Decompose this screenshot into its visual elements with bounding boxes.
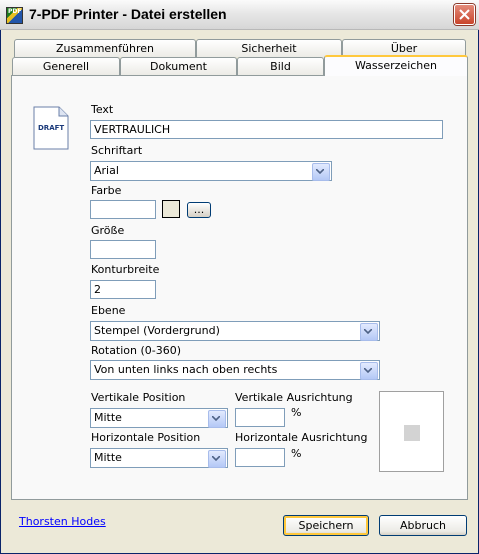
size-input[interactable] [90, 240, 156, 259]
vertical-position-label: Vertikale Position [91, 391, 186, 404]
horizontal-position-value: Mitte [94, 451, 122, 464]
author-link[interactable]: Thorsten Hodes [19, 515, 106, 528]
outline-width-input[interactable]: 2 [90, 280, 156, 299]
close-button[interactable] [454, 4, 475, 25]
chevron-down-icon[interactable] [360, 323, 378, 341]
tab-dokument[interactable]: Dokument [120, 57, 237, 75]
window-title: 7-PDF Printer - Datei erstellen [29, 6, 227, 22]
title-bar[interactable]: PDF 7-PDF Printer - Datei erstellen [0, 0, 479, 30]
size-label: Größe [91, 224, 125, 237]
horizontal-position-select[interactable]: Mitte [90, 448, 228, 468]
color-input[interactable] [90, 200, 156, 219]
vertical-alignment-label: Vertikale Ausrichtung [235, 391, 353, 404]
font-select[interactable]: Arial [90, 161, 332, 181]
color-label: Farbe [91, 184, 122, 197]
save-button[interactable]: Speichern [283, 515, 369, 536]
chevron-down-icon[interactable] [208, 450, 226, 468]
font-label: Schriftart [91, 144, 143, 157]
tab-zusammenfuehren[interactable]: Zusammenführen [14, 39, 196, 57]
close-icon [459, 9, 470, 20]
layer-select[interactable]: Stempel (Vordergrund) [90, 321, 380, 341]
text-label: Text [91, 103, 114, 116]
tab-generell[interactable]: Generell [12, 57, 120, 75]
pdf-printer-app-icon: PDF [6, 7, 23, 24]
color-swatch[interactable] [162, 200, 180, 218]
rotation-label: Rotation (0-360) [91, 344, 182, 357]
tab-sicherheit[interactable]: Sicherheit [196, 39, 342, 57]
chevron-down-icon[interactable] [312, 163, 330, 181]
outline-width-label: Konturbreite [91, 263, 160, 276]
horizontal-position-label: Horizontale Position [91, 431, 201, 444]
cancel-button[interactable]: Abbruch [379, 515, 467, 536]
tab-bild[interactable]: Bild [237, 57, 324, 75]
horizontal-alignment-label: Horizontale Ausrichtung [235, 431, 368, 444]
color-picker-button[interactable]: ... [187, 202, 211, 218]
vertical-alignment-input[interactable] [235, 408, 285, 427]
percent-label: % [291, 447, 302, 460]
vertical-position-value: Mitte [94, 411, 122, 424]
layer-label: Ebene [91, 304, 126, 317]
draft-icon-text: DRAFT [38, 124, 64, 132]
rotation-select[interactable]: Von unten links nach oben rechts [90, 360, 380, 380]
watermark-position-marker [404, 425, 420, 441]
chevron-down-icon[interactable] [360, 362, 378, 380]
rotation-select-value: Von unten links nach oben rechts [94, 363, 278, 376]
watermark-text-input[interactable]: VERTRAULICH [90, 120, 443, 139]
horizontal-alignment-input[interactable] [235, 448, 285, 467]
font-select-value: Arial [94, 164, 119, 177]
draft-document-icon: DRAFT [33, 106, 69, 150]
layer-select-value: Stempel (Vordergrund) [94, 324, 220, 337]
tab-wasserzeichen[interactable]: Wasserzeichen [324, 55, 468, 76]
percent-label: % [291, 406, 302, 419]
chevron-down-icon[interactable] [208, 410, 226, 428]
vertical-position-select[interactable]: Mitte [90, 408, 228, 428]
